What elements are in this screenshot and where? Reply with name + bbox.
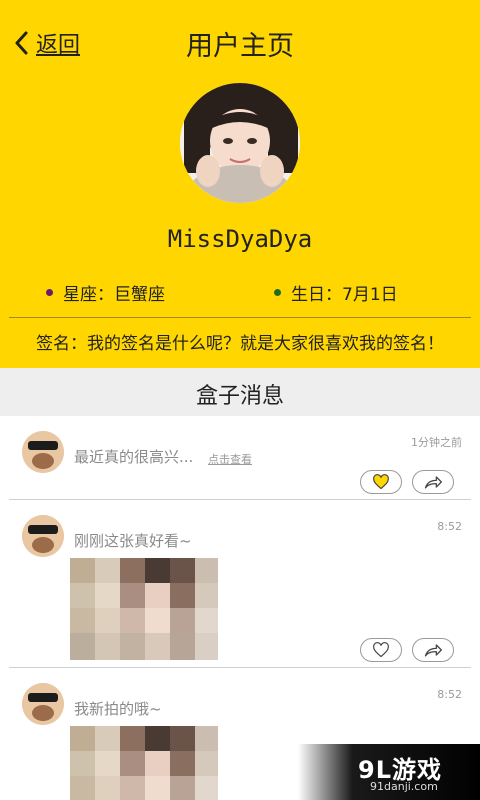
watermark-url: 91danji.com	[370, 780, 438, 793]
avatar[interactable]	[22, 683, 64, 725]
birthday-text: 生日：7月1日	[291, 284, 398, 305]
post-text: 我新拍的哦~	[74, 700, 162, 718]
birthday-info: 生日：7月1日	[274, 279, 398, 305]
share-button[interactable]	[412, 638, 454, 662]
view-link[interactable]: 点击查看	[208, 451, 252, 467]
like-button[interactable]	[360, 470, 402, 494]
post-image[interactable]	[70, 558, 218, 660]
post-time: 8:52	[437, 688, 462, 701]
profile-avatar[interactable]	[180, 83, 300, 203]
username: MissDyaDya	[167, 225, 313, 253]
profile-header: 返回 用户主页 MissDyaDya 星座：巨蟹座 生日：7月1日 签名：我的签…	[0, 0, 480, 368]
user-avatar-image	[22, 431, 64, 473]
zodiac-text: 星座：巨蟹座	[63, 284, 165, 305]
post-image[interactable]	[70, 726, 218, 800]
bullet-icon	[274, 288, 281, 296]
zodiac-info: 星座：巨蟹座	[46, 279, 165, 305]
section-header: 盒子消息	[0, 368, 480, 416]
post-time: 1分钟之前	[411, 436, 462, 449]
avatar[interactable]	[22, 431, 64, 473]
profile-photo	[180, 83, 300, 203]
share-icon	[424, 476, 442, 489]
user-avatar-image	[22, 683, 64, 725]
page-title: 用户主页	[186, 31, 294, 62]
section-title: 盒子消息	[195, 384, 284, 409]
pixelated-photo	[70, 726, 218, 800]
divider	[9, 317, 471, 318]
post-text: 最近真的很高兴...	[74, 448, 194, 466]
heart-icon	[373, 642, 389, 658]
post-item[interactable]: 刚刚这张真好看~ 8:52	[0, 500, 480, 667]
pixelated-photo	[70, 558, 218, 660]
share-icon	[424, 644, 442, 657]
post-time: 8:52	[437, 520, 462, 533]
user-avatar-image	[22, 515, 64, 557]
share-button[interactable]	[412, 470, 454, 494]
post-text: 刚刚这张真好看~	[74, 532, 192, 550]
post-item[interactable]: 最近真的很高兴... 点击查看 1分钟之前	[0, 416, 480, 500]
watermark: 9L游戏 91danji.com	[298, 744, 480, 800]
heart-icon	[373, 474, 389, 490]
bullet-icon	[46, 288, 53, 296]
avatar[interactable]	[22, 515, 64, 557]
signature: 签名：我的签名是什么呢？就是大家很喜欢我的签名！	[36, 334, 444, 354]
like-button[interactable]	[360, 638, 402, 662]
